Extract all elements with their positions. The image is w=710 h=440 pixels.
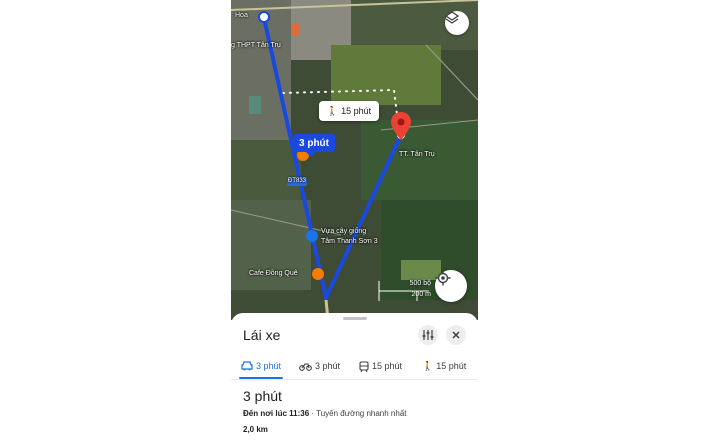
my-location-button[interactable] <box>435 270 467 302</box>
tab-motorbike-label: 3 phút <box>315 361 341 371</box>
sheet-title: Lái xe <box>243 327 281 343</box>
route-distance: 2,0 km <box>243 425 268 434</box>
tab-drive-label: 3 phút <box>256 361 282 371</box>
phone-screen: Hoa g THPT Tân Trụ ĐT833 TT. Tân Trụ Vựa… <box>231 0 478 440</box>
red-pin-icon <box>391 112 411 140</box>
map-label-road: ĐT833 <box>288 178 307 184</box>
tab-walk-label: 15 phút <box>436 361 467 371</box>
map-label-town: TT. Tân Trụ <box>399 151 435 158</box>
drag-handle[interactable] <box>343 317 367 320</box>
layers-button[interactable] <box>445 11 469 35</box>
transit-icon <box>359 360 369 372</box>
map-label-cafe[interactable]: Cafe Đồng Quê <box>249 270 298 277</box>
divider <box>231 379 478 380</box>
tab-walk[interactable]: 🚶 15 phút <box>422 356 466 376</box>
walking-time-label: 15 phút <box>341 106 372 116</box>
close-icon <box>452 331 460 339</box>
tab-transit-label: 15 phút <box>372 361 403 371</box>
scale-metric: 200 m <box>411 291 431 298</box>
tab-motorbike[interactable]: 3 phút <box>299 356 340 376</box>
motorbike-icon <box>299 363 312 371</box>
map-label-hoa: Hoa <box>235 12 248 19</box>
route-options-button[interactable] <box>418 325 438 345</box>
layers-icon <box>445 11 459 24</box>
tune-icon <box>422 330 434 340</box>
arrival-info: Đến nơi lúc 11:36 · Tuyến đường nhanh nh… <box>243 409 407 418</box>
route-duration: 3 phút <box>243 388 282 404</box>
walking-time-chip[interactable]: 🚶 15 phút <box>319 101 379 121</box>
travel-mode-tabs: 3 phút 3 phút 15 phút 🚶 15 phút <box>231 356 478 378</box>
arrival-time: Đến nơi lúc 11:36 <box>243 409 310 418</box>
directions-sheet: Lái xe 3 phút 3 phút 15 phút 🚶 15 phút 3… <box>231 313 478 440</box>
my-location-icon <box>435 270 451 286</box>
scale-imperial: 500 bộ <box>409 280 431 287</box>
tab-transit[interactable]: 15 phút <box>359 356 402 376</box>
map-label-school: g THPT Tân Trụ <box>231 42 281 49</box>
route-note: · Tuyến đường nhanh nhất <box>309 409 407 418</box>
map-view[interactable]: Hoa g THPT Tân Trụ ĐT833 TT. Tân Trụ Vựa… <box>231 0 478 320</box>
map-label-nursery[interactable]: Vựa cây giống <box>321 228 366 235</box>
car-icon <box>241 361 253 371</box>
walk-icon: 🚶 <box>422 360 434 371</box>
close-button[interactable] <box>446 325 466 345</box>
driving-time-chip[interactable]: 3 phút <box>293 134 335 157</box>
tab-drive[interactable]: 3 phút <box>241 356 281 376</box>
map-label-nursery-2[interactable]: Tâm Thanh Sơn 3 <box>321 238 378 245</box>
walk-icon: 🚶 <box>326 105 339 116</box>
